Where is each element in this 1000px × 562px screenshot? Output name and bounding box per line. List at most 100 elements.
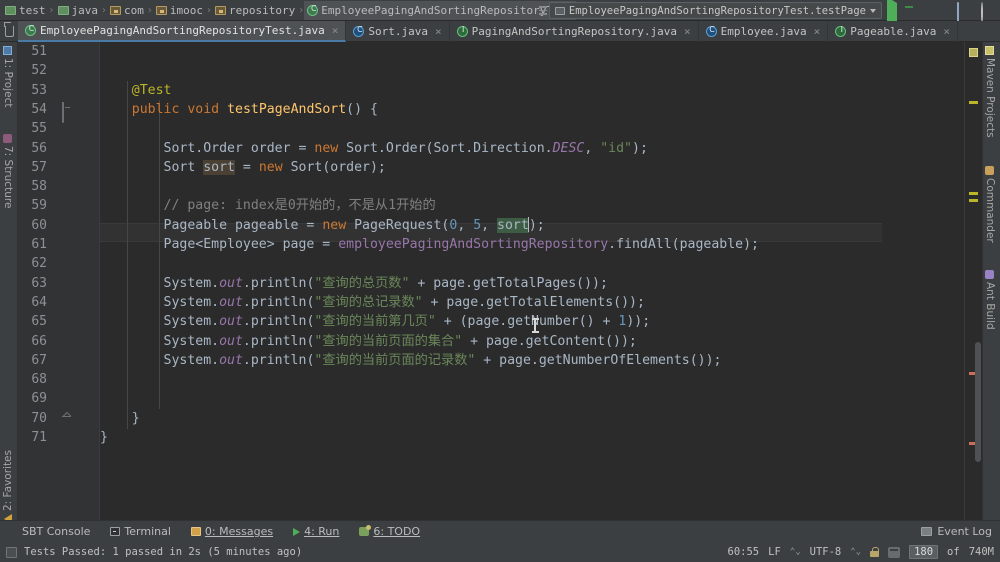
tab-employee-paging-test[interactable]: EmployeePagingAndSortingRepositoryTest.j… <box>18 21 347 42</box>
event-log-label: Event Log <box>937 525 992 538</box>
code-line[interactable]: // page: index是0开始的，不是从1开始的 <box>100 196 964 215</box>
status-bar: Tests Passed: 1 passed in 2s (5 minutes … <box>0 542 1000 562</box>
line-number: 58 <box>31 179 47 195</box>
sidebar-item-commander[interactable]: Commander <box>984 166 996 243</box>
code-line[interactable]: Page<Employee> page = employeePagingAndS… <box>100 235 964 254</box>
breadcrumb-item-test[interactable]: test <box>2 1 49 20</box>
memory-used[interactable]: 180 <box>909 545 939 559</box>
line-number: 55 <box>31 121 47 137</box>
code-line[interactable] <box>100 370 964 389</box>
line-number: 52 <box>31 63 47 79</box>
tab-paging-and-sorting-repository[interactable]: PagingAndSortingRepository.java × <box>450 21 699 42</box>
code-line[interactable]: Sort.Order order = new Sort.Order(Sort.D… <box>100 139 964 158</box>
sidebar-item-maven-projects[interactable]: Maven Projects <box>984 46 996 138</box>
code-line[interactable]: System.out.println("查询的当前第几页" + (page.ge… <box>100 312 964 331</box>
tool-tab-label: 2: Favorites <box>2 450 14 511</box>
hammer-icon[interactable] <box>888 546 901 558</box>
file-encoding[interactable]: UTF-8 <box>810 546 842 558</box>
breadcrumb-label: EmployeePagingAndSortingRepositoryTest <box>321 3 573 17</box>
tool-tab-label: 1: Project <box>2 58 14 108</box>
run-with-coverage-icon[interactable] <box>933 3 948 18</box>
folder-icon <box>5 5 16 15</box>
breadcrumb-label: java <box>71 3 99 17</box>
left-tool-window-strip: 1: Project 7: Structure 2: Favorites <box>0 42 18 524</box>
chevron-down-icon[interactable] <box>870 8 876 13</box>
close-icon[interactable]: × <box>943 25 950 38</box>
tab-employee[interactable]: Employee.java × <box>699 21 829 42</box>
code-line[interactable]: @Test <box>100 81 964 100</box>
line-separator[interactable]: LF <box>768 546 781 558</box>
editor-marker-strip[interactable] <box>964 42 982 520</box>
editor-scrollbar-thumb[interactable] <box>975 342 981 462</box>
close-icon[interactable]: × <box>435 25 442 38</box>
tool-button-run[interactable]: 4: Run <box>283 521 349 543</box>
breadcrumb-item-class[interactable]: EmployeePagingAndSortingRepositoryTest <box>304 0 576 20</box>
line-number: 70 <box>31 410 47 426</box>
fold-icon[interactable] <box>62 413 76 427</box>
status-indicator-icon[interactable] <box>6 546 17 558</box>
run-test-icon[interactable] <box>62 102 76 123</box>
debug-icon[interactable] <box>909 3 924 18</box>
close-icon[interactable]: × <box>332 24 339 37</box>
line-number: 54 <box>31 101 47 117</box>
code-line[interactable]: System.out.println("查询的当前页面的记录数" + page.… <box>100 351 964 370</box>
tab-pageable[interactable]: Pageable.java × <box>828 21 959 42</box>
tool-button-terminal[interactable]: Terminal <box>100 521 181 543</box>
read-only-lock-icon[interactable] <box>870 547 880 557</box>
pin-tab-icon[interactable] <box>0 21 18 41</box>
tool-tab-label: Maven Projects <box>984 58 996 138</box>
code-line[interactable]: public void testPageAndSort() { <box>100 100 964 119</box>
run-toolbar <box>885 0 996 28</box>
code-line[interactable] <box>100 389 964 408</box>
tool-button-messages[interactable]: 0: Messages <box>181 521 283 543</box>
breadcrumb-item-repository[interactable]: repository <box>212 1 298 20</box>
line-number: 51 <box>31 44 47 59</box>
interface-icon <box>456 25 469 37</box>
right-tool-window-strip: Maven Projects Commander Ant Build <box>982 42 1000 520</box>
warning-marker[interactable] <box>969 101 978 104</box>
search-everywhere-icon[interactable] <box>981 2 996 23</box>
run-icon[interactable] <box>885 0 900 28</box>
event-log-button[interactable]: Event Log <box>921 525 992 538</box>
sidebar-item-project[interactable]: 1: Project <box>2 46 14 107</box>
inspection-marker[interactable] <box>969 48 978 57</box>
code-line[interactable]: System.out.println("查询的总记录数" + page.getT… <box>100 293 964 312</box>
code-line[interactable]: System.out.println("查询的总页数" + page.getTo… <box>100 274 964 293</box>
code-line[interactable] <box>100 119 964 138</box>
code-line[interactable]: } <box>100 409 964 428</box>
breadcrumb-item-com[interactable]: com <box>107 1 147 20</box>
breadcrumb-item-java[interactable]: java <box>55 1 102 20</box>
code-line[interactable] <box>100 61 964 80</box>
code-editor[interactable]: 51 52 53 54 55 56 57 58 59 60 61 62 63 6… <box>18 42 982 520</box>
tool-button-label: 0: Messages <box>204 525 274 538</box>
code-line[interactable]: Sort sort = new Sort(order); <box>100 158 964 177</box>
warning-marker[interactable] <box>969 192 978 195</box>
tool-button-sbt-console[interactable]: SBT Console <box>12 521 100 543</box>
breadcrumb-item-imooc[interactable]: imooc <box>153 1 206 20</box>
run-configuration-selector[interactable]: EmployeePagingAndSortingRepositoryTest.t… <box>548 2 882 19</box>
code-line[interactable]: } <box>100 428 964 447</box>
warning-marker[interactable] <box>969 199 978 202</box>
tool-button-todo[interactable]: 6: TODO <box>349 521 430 543</box>
profile-icon[interactable] <box>957 2 972 23</box>
code-line[interactable]: System.out.println("查询的当前页面的集合" + page.g… <box>100 332 964 351</box>
run-configuration-widget[interactable]: EmployeePagingAndSortingRepositoryTest.t… <box>538 2 882 19</box>
breadcrumb-label: imooc <box>169 3 203 17</box>
code-text-area[interactable]: @Test public void testPageAndSort() { So… <box>100 42 964 520</box>
editor-gutter[interactable]: 51 52 53 54 55 56 57 58 59 60 61 62 63 6… <box>18 42 100 520</box>
intellij-idea-window: test › java › com › imooc › repository ›… <box>0 0 1000 562</box>
code-line[interactable] <box>100 42 964 61</box>
tab-sort[interactable]: Sort.java × <box>346 21 450 42</box>
line-number: 71 <box>31 430 47 445</box>
close-icon[interactable]: × <box>814 25 821 38</box>
code-line[interactable] <box>100 177 964 196</box>
close-icon[interactable]: × <box>684 25 691 38</box>
breadcrumb-label: repository <box>229 3 296 17</box>
code-line[interactable] <box>100 254 964 273</box>
code-line[interactable]: Pageable pageable = new PageRequest(0, 5… <box>100 216 964 235</box>
caret-position[interactable]: 60:55 <box>728 546 760 558</box>
sidebar-item-favorites[interactable]: 2: Favorites <box>2 450 14 524</box>
sidebar-item-structure[interactable]: 7: Structure <box>2 134 14 208</box>
mouse-cursor <box>531 318 539 333</box>
sidebar-item-ant-build[interactable]: Ant Build <box>984 270 996 330</box>
